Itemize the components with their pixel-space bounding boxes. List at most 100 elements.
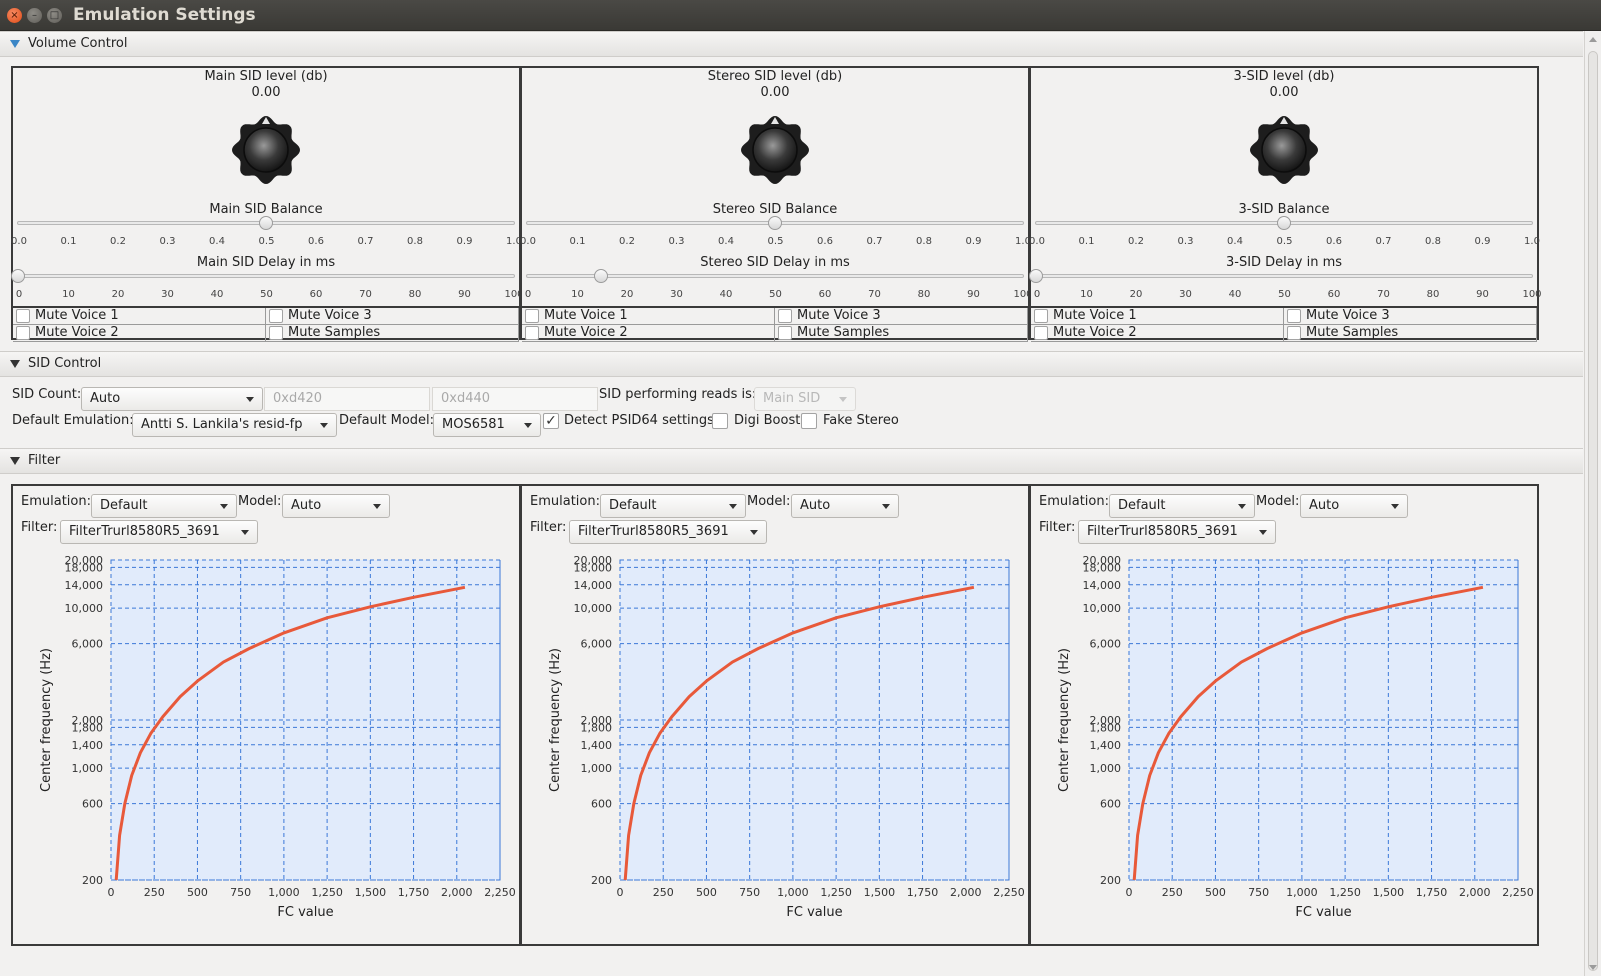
delay-slider-thumb[interactable]: [594, 269, 609, 283]
mute-checkbox[interactable]: Mute Samples: [1284, 325, 1537, 342]
tick-label: 0.3: [159, 236, 176, 247]
checkbox-box[interactable]: [269, 309, 283, 323]
mute-label: Mute Voice 2: [1053, 325, 1137, 340]
y-tick-label: 10,000: [1083, 602, 1122, 615]
balance-slider[interactable]: [17, 216, 515, 230]
checkbox-box[interactable]: [16, 309, 30, 323]
checkbox-box[interactable]: [269, 326, 283, 340]
x-tick-label: 500: [187, 886, 208, 899]
delay-slider[interactable]: [526, 269, 1024, 283]
balance-slider[interactable]: [526, 216, 1024, 230]
filter-curve-chart: 0 250 500 750 1,000 1,250 1,500 1,750 2,000 2,250…: [1057, 554, 1534, 920]
delay-slider[interactable]: [11, 269, 515, 283]
mute-label: Mute Voice 3: [288, 308, 372, 323]
window-close-button[interactable]: ×: [7, 8, 22, 23]
level-knob[interactable]: [740, 115, 810, 185]
delay-slider-thumb[interactable]: [1029, 269, 1043, 283]
balance-label: 3-SID Balance: [1238, 202, 1330, 217]
checkbox-box[interactable]: [525, 326, 539, 340]
mute-checkbox[interactable]: Mute Samples: [266, 325, 519, 342]
tick-label: 0.8: [1425, 236, 1441, 247]
balance-slider-thumb[interactable]: [1277, 216, 1291, 230]
fake-stereo-checkbox[interactable]: [801, 413, 817, 429]
mute-checkbox[interactable]: Mute Voice 3: [266, 308, 519, 325]
level-knob[interactable]: [231, 115, 301, 185]
tick-label: 80: [408, 289, 422, 300]
x-tick-label: 1,000: [268, 886, 300, 899]
tick-label: 0.7: [1375, 236, 1392, 247]
x-tick-label: 2,250: [993, 886, 1025, 899]
tick-label: 90: [458, 289, 471, 300]
volume-panel: Stereo SID level (db) 0.00 Stereo SID Bala…: [520, 66, 1033, 342]
mute-checkbox[interactable]: Mute Voice 2: [13, 325, 266, 342]
delay-slider[interactable]: [1029, 269, 1533, 283]
mute-checkbox[interactable]: Mute Voice 1: [522, 308, 775, 325]
checkbox-box[interactable]: [1034, 309, 1048, 323]
tick-label: 0.6: [308, 236, 324, 247]
mute-checkbox[interactable]: Mute Voice 2: [1031, 325, 1284, 342]
stereo-address-field[interactable]: 0xd420: [264, 387, 430, 411]
mute-checkbox[interactable]: Mute Voice 3: [775, 308, 1028, 325]
filter-header[interactable]: Filter: [0, 448, 1583, 474]
tick-label: 10: [62, 289, 75, 300]
checkbox-box[interactable]: [1034, 326, 1048, 340]
tick-label: 0.1: [1078, 236, 1095, 247]
checkbox-box[interactable]: [1287, 309, 1301, 323]
scrollbar-thumb[interactable]: [1588, 51, 1598, 971]
x-tick-label: 1,500: [864, 886, 896, 899]
y-tick-label: 1,000: [72, 762, 104, 775]
checkbox-box[interactable]: [778, 309, 792, 323]
default-model-select[interactable]: MOS6581: [433, 413, 541, 437]
sid-reads-select[interactable]: Main SID: [754, 387, 856, 411]
delay-label: 3-SID Delay in ms: [1225, 255, 1343, 270]
x-tick-label: 0: [108, 886, 115, 899]
tick-label: 0.0: [520, 236, 536, 247]
checkbox-box[interactable]: [16, 326, 30, 340]
mute-label: Mute Voice 2: [544, 325, 628, 340]
sid-control-header[interactable]: SID Control: [0, 351, 1583, 377]
tick-label: 10: [571, 289, 584, 300]
tick-label: 0.2: [110, 236, 126, 247]
mute-checkbox[interactable]: Mute Samples: [775, 325, 1028, 342]
expand-triangle-icon: [10, 457, 20, 465]
level-knob[interactable]: [1249, 115, 1319, 185]
tick-label: 40: [210, 289, 224, 300]
tick-label: 70: [1377, 289, 1390, 300]
mute-checkbox[interactable]: Mute Voice 3: [1284, 308, 1537, 325]
third-address-field[interactable]: 0xd440: [432, 387, 598, 411]
checkbox-box[interactable]: [525, 309, 539, 323]
balance-slider[interactable]: [1035, 216, 1533, 230]
tick-label: 60: [1327, 289, 1341, 300]
sid-count-select[interactable]: Auto: [81, 387, 263, 411]
level-value: 0.00: [251, 85, 281, 100]
window-minimize-button[interactable]: –: [27, 8, 42, 23]
mute-checkbox[interactable]: Mute Voice 1: [1031, 308, 1284, 325]
checkbox-box[interactable]: [778, 326, 792, 340]
tick-label: 20: [111, 289, 125, 300]
tick-label: 0.6: [1326, 236, 1342, 247]
detect-psid64-checkbox[interactable]: ✓: [543, 413, 559, 429]
scroll-up-icon[interactable]: [1589, 37, 1597, 42]
tick-label: 0.9: [1474, 236, 1491, 247]
mute-checkbox[interactable]: Mute Voice 1: [13, 308, 266, 325]
tick-label: 30: [161, 289, 174, 300]
volume-control-header[interactable]: Volume Control: [0, 31, 1583, 57]
y-tick-label: 6,000: [72, 638, 104, 651]
vertical-scrollbar[interactable]: [1584, 31, 1601, 976]
balance-slider-thumb[interactable]: [259, 216, 273, 230]
default-emulation-select[interactable]: Antti S. Lankila's resid-fp: [132, 413, 337, 437]
digi-boost-checkbox[interactable]: [712, 413, 728, 429]
mute-checkbox[interactable]: Mute Voice 2: [522, 325, 775, 342]
y-tick-label: 2,000: [581, 714, 613, 727]
tick-label: 0.4: [209, 236, 225, 247]
scroll-down-icon[interactable]: [1589, 965, 1597, 970]
sid-reads-label: SID performing reads is:: [599, 387, 757, 402]
balance-slider-thumb[interactable]: [768, 216, 782, 230]
window-maximize-button[interactable]: □: [47, 8, 62, 23]
tick-label: 30: [670, 289, 683, 300]
delay-slider-thumb[interactable]: [11, 269, 25, 283]
tick-label: 0: [1033, 289, 1041, 300]
checkbox-box[interactable]: [1287, 326, 1301, 340]
tick-label: 0.5: [767, 236, 784, 247]
x-tick-label: 2,000: [441, 886, 473, 899]
